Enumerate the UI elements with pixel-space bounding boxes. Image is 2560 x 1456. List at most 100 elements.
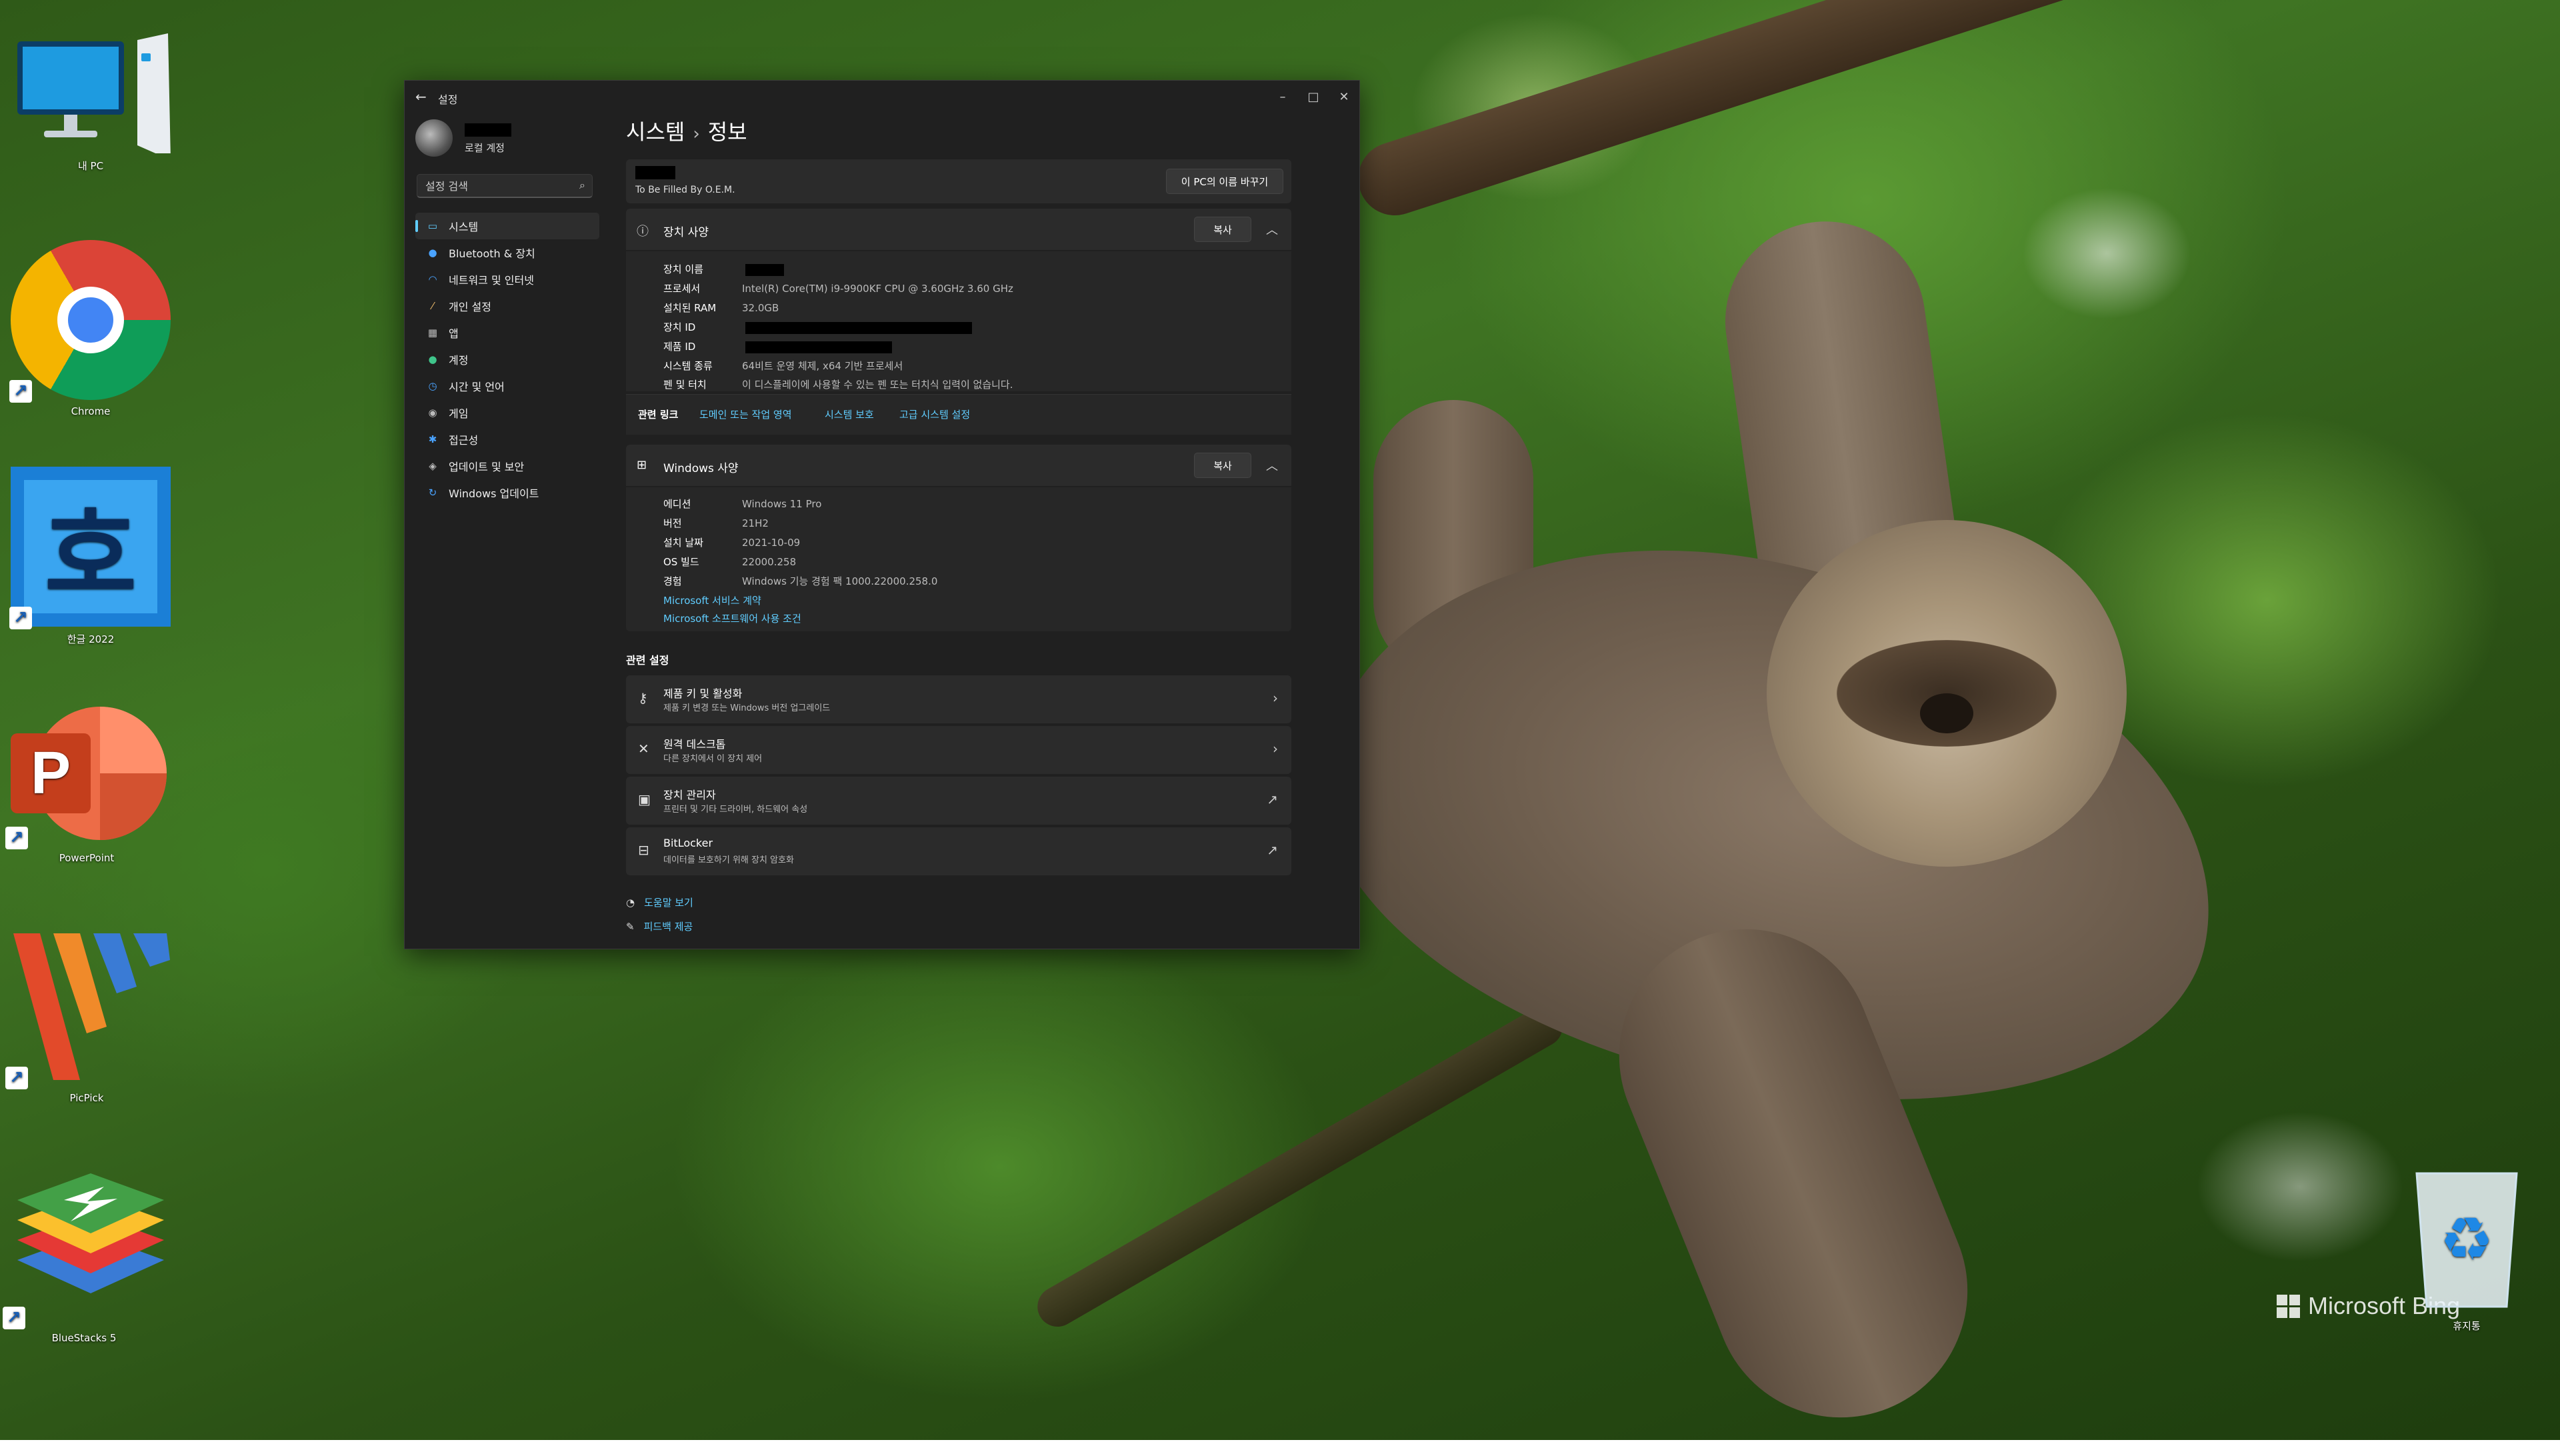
spec-row: 펜 및 터치 이 디스플레이에 사용할 수 있는 펜 또는 터치식 입력이 없습니… [663, 379, 1013, 391]
link-domain-workgroup[interactable]: 도메인 또는 작업 영역 [699, 407, 792, 421]
shortcut-arrow-icon: ↗ [5, 1067, 28, 1089]
sidebar-item-apps[interactable]: ▦ 앱 [415, 319, 599, 346]
globe-clock-icon: ◷ [428, 380, 437, 392]
breadcrumb-parent[interactable]: 시스템 [626, 119, 685, 145]
section-title: 장치 사양 [663, 226, 709, 239]
redacted-value [745, 321, 972, 334]
desktop-icon-picpick[interactable]: ↗ PicPick [5, 927, 170, 1104]
search-icon[interactable]: ⌕ [579, 179, 585, 192]
spec-row: 제품 ID [663, 339, 892, 354]
search-input[interactable] [424, 177, 567, 195]
chevron-right-icon: › [693, 124, 700, 144]
sidebar-item-label: 시간 및 언어 [449, 381, 505, 393]
svg-text:♻: ♻ [2440, 1205, 2494, 1275]
sidebar-nav: ▭ 시스템 ● Bluetooth & 장치 ◠ 네트워크 및 인터넷 ⁄ 개인… [415, 213, 599, 506]
spec-row: 장치 이름 [663, 262, 784, 277]
sidebar-item-label: 업데이트 및 보안 [449, 461, 525, 473]
desktop-icon-this-pc[interactable]: 내 PC [11, 27, 171, 173]
desktop-icon-label: Chrome [71, 405, 111, 417]
desktop-icon-bluestacks[interactable]: ↗ BlueStacks 5 [3, 1160, 164, 1344]
sidebar-item-label: 네트워크 및 인터넷 [449, 274, 534, 287]
sidebar-item-bluetooth[interactable]: ● Bluetooth & 장치 [415, 239, 599, 266]
spec-row: 버전 21H2 [663, 517, 769, 529]
window-title: 설정 [438, 93, 458, 106]
bitlocker-icon: ⊟ [638, 842, 649, 858]
bluestacks-icon: ↗ [3, 1160, 177, 1329]
desktop-icon-label: 한글 2022 [67, 633, 115, 645]
brush-icon: ⁄ [431, 300, 434, 312]
hancom-hwp-icon: 호 ↗ [9, 467, 171, 629]
feedback-link[interactable]: ✎ 피드백 제공 [626, 919, 693, 933]
settings-window: ← 설정 – □ ✕ 로컬 계정 ⌕ ▭ 시스템 ● Bluetooth & 장… [404, 80, 1360, 949]
related-remote-desktop[interactable]: ✕ 원격 데스크톱 다른 장치에서 이 장치 제어 › [626, 726, 1291, 774]
key-icon: ⚷ [638, 690, 648, 706]
sidebar-item-personalization[interactable]: ⁄ 개인 설정 [415, 293, 599, 319]
help-link[interactable]: ◔ 도움말 보기 [626, 895, 693, 909]
section-title: Windows 사양 [663, 462, 739, 475]
chevron-up-icon[interactable]: ︿ [1266, 221, 1278, 238]
back-arrow-icon[interactable]: ← [415, 89, 427, 105]
monitor-icon: ▭ [427, 220, 438, 232]
sidebar-item-system[interactable]: ▭ 시스템 [415, 213, 599, 239]
person-icon: ● [428, 353, 437, 365]
related-product-key[interactable]: ⚷ 제품 키 및 활성화 제품 키 변경 또는 Windows 버전 업그레이드… [626, 675, 1291, 723]
sidebar-item-label: 앱 [449, 327, 459, 340]
main-content: 시스템 › 정보 To Be Filled By O.E.M. 이 PC의 이름 바… [619, 81, 1359, 949]
link-microsoft-services-agreement[interactable]: Microsoft 서비스 계약 [663, 593, 761, 608]
shortcut-arrow-icon: ↗ [9, 607, 32, 629]
link-microsoft-software-license[interactable]: Microsoft 소프트웨어 사용 조건 [663, 611, 801, 626]
pc-model: To Be Filled By O.E.M. [635, 185, 735, 195]
sidebar-item-windows-update[interactable]: ↻ Windows 업데이트 [415, 479, 599, 506]
spec-row: 설치 날짜 2021-10-09 [663, 537, 801, 549]
device-manager-icon: ▣ [638, 791, 651, 807]
wifi-icon: ◠ [428, 273, 437, 285]
sidebar-item-label: Windows 업데이트 [449, 487, 539, 500]
device-specs-header[interactable]: ⓘ 장치 사양 복사 ︿ [626, 209, 1291, 250]
desktop-icon-hwp[interactable]: 호 ↗ 한글 2022 [9, 467, 171, 646]
desktop-icon-chrome[interactable]: ↗ Chrome [9, 240, 171, 417]
windows-specs-body: 에디션 Windows 11 Pro 버전 21H2 설치 날짜 2021-10-09… [626, 487, 1291, 631]
sidebar-item-time-language[interactable]: ◷ 시간 및 언어 [415, 373, 599, 399]
refresh-icon: ↻ [428, 487, 437, 499]
sidebar-item-accessibility[interactable]: ✱ 접근성 [415, 426, 599, 453]
sidebar-item-accounts[interactable]: ● 계정 [415, 346, 599, 373]
spec-row: 설치된 RAM 32.0GB [663, 302, 779, 314]
spec-row: 프로세서 Intel(R) Core(TM) i9-9900KF CPU @ 3.… [663, 283, 1013, 295]
settings-search[interactable]: ⌕ [417, 174, 593, 198]
copy-device-specs-button[interactable]: 복사 [1194, 217, 1251, 242]
link-system-protection[interactable]: 시스템 보호 [825, 407, 874, 421]
windows-logo-icon: ⊞ [637, 458, 647, 472]
rename-pc-button[interactable]: 이 PC의 이름 바꾸기 [1166, 169, 1283, 194]
link-advanced-system-settings[interactable]: 고급 시스템 설정 [899, 407, 970, 421]
sidebar-item-gaming[interactable]: ◉ 게임 [415, 399, 599, 426]
spec-row: OS 빌드 22000.258 [663, 556, 797, 568]
this-pc-icon [11, 27, 177, 160]
related-bitlocker[interactable]: ⊟ BitLocker 데이터를 보호하기 위해 장치 암호화 ↗ [626, 827, 1291, 875]
sidebar-item-label: 계정 [449, 354, 469, 367]
related-settings-title: 관련 설정 [626, 654, 669, 667]
sidebar-item-label: 개인 설정 [449, 301, 491, 313]
related-links-bar: 관련 링크 도메인 또는 작업 영역 시스템 보호 고급 시스템 설정 [626, 394, 1291, 435]
sidebar-item-label: 게임 [449, 407, 469, 420]
desktop-icon-recycle-bin[interactable]: ♻ 휴지통 [2387, 1160, 2547, 1333]
shortcut-arrow-icon: ↗ [9, 380, 32, 403]
copy-windows-specs-button[interactable]: 복사 [1194, 453, 1251, 478]
chevron-up-icon[interactable]: ︿ [1266, 457, 1278, 474]
info-icon: ⓘ [637, 225, 649, 239]
account-type-label: 로컬 계정 [465, 142, 505, 154]
apps-icon: ▦ [427, 327, 438, 339]
gamepad-icon: ◉ [428, 407, 437, 419]
chevron-right-icon: › [1273, 690, 1278, 706]
desktop-icon-powerpoint[interactable]: P ↗ PowerPoint [5, 700, 167, 864]
windows-specs-header[interactable]: ⊞ Windows 사양 복사 ︿ [626, 445, 1291, 486]
related-device-manager[interactable]: ▣ 장치 관리자 프린터 및 기타 드라이버, 하드웨어 속성 ↗ [626, 777, 1291, 825]
redacted-pc-name [635, 166, 675, 179]
picpick-icon: ↗ [5, 927, 173, 1089]
page-title: 정보 [707, 119, 747, 145]
desktop-icon-label: 휴지통 [2453, 1320, 2481, 1332]
sidebar-item-network[interactable]: ◠ 네트워크 및 인터넷 [415, 266, 599, 293]
desktop-icon-label: PowerPoint [59, 852, 115, 864]
chrome-icon: ↗ [9, 240, 171, 403]
sidebar-item-update-security[interactable]: ◈ 업데이트 및 보안 [415, 453, 599, 479]
desktop-icon-label: PicPick [69, 1092, 104, 1104]
